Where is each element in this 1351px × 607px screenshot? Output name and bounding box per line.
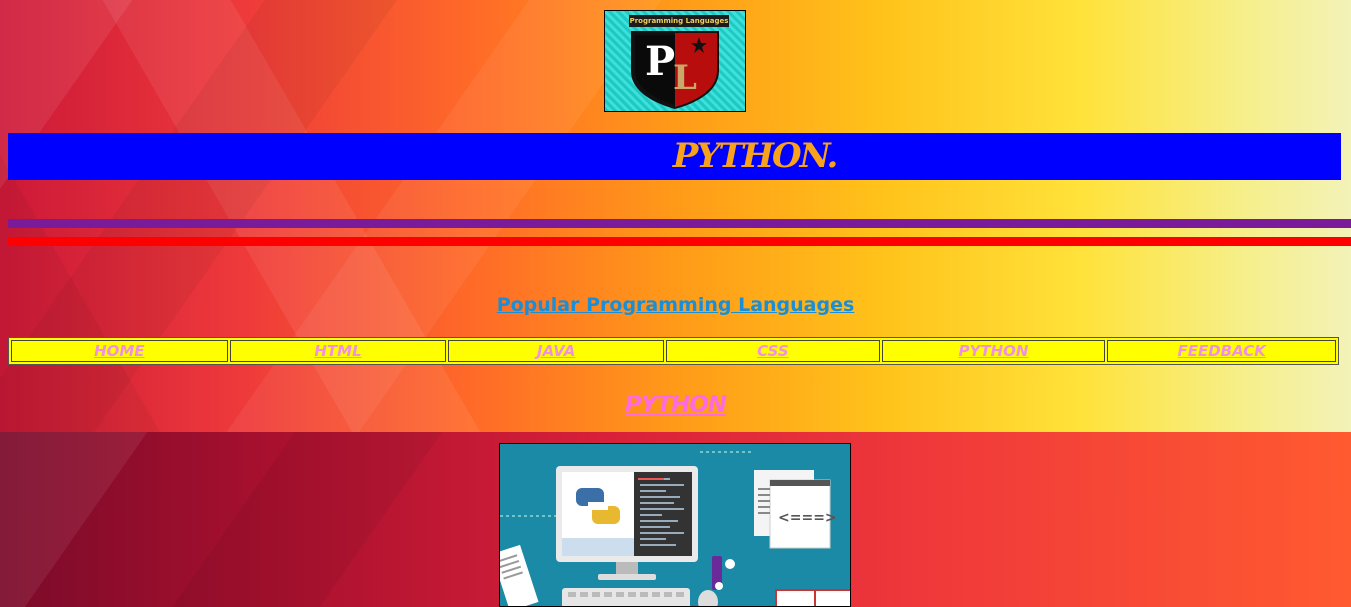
svg-text:P: P [645, 38, 675, 85]
svg-text:<===>: <===> [778, 510, 837, 526]
nav-link-css[interactable]: CSS [757, 342, 789, 360]
section-subheading: PYTHON [0, 392, 1351, 418]
nav-link-java[interactable]: JAVA [537, 342, 575, 360]
section-heading-link[interactable]: Popular Programming Languages [0, 294, 1351, 316]
subheading-link[interactable]: PYTHON [625, 392, 727, 418]
divider-purple [8, 219, 1351, 228]
nav-item-html[interactable]: HTML [229, 340, 447, 362]
python-hero-image: <===> [499, 443, 851, 607]
svg-text:L: L [673, 58, 697, 98]
site-logo[interactable]: Programming Languages P L [604, 10, 746, 112]
desktop-illustration-icon: <===> [500, 444, 850, 606]
nav-link-feedback[interactable]: FEEDBACK [1177, 342, 1265, 360]
nav-item-css[interactable]: CSS [666, 340, 880, 362]
nav-item-home[interactable]: HOME [11, 340, 228, 362]
nav-link-home[interactable]: HOME [94, 342, 144, 360]
page-title: PYTHON. [672, 136, 839, 176]
nav-link-html[interactable]: HTML [314, 342, 361, 360]
nav-item-java[interactable]: JAVA [448, 340, 665, 362]
nav-bar: HOME HTML JAVA CSS PYTHON FEEDBACK [8, 337, 1339, 365]
logo-ribbon: Programming Languages [629, 15, 729, 27]
divider-red [8, 237, 1351, 246]
nav-link-python[interactable]: PYTHON [959, 342, 1029, 360]
shield-icon: P L [631, 31, 719, 109]
nav-item-python[interactable]: PYTHON [881, 340, 1106, 362]
nav-item-feedback[interactable]: FEEDBACK [1107, 340, 1336, 362]
title-banner: PYTHON. [8, 133, 1341, 180]
